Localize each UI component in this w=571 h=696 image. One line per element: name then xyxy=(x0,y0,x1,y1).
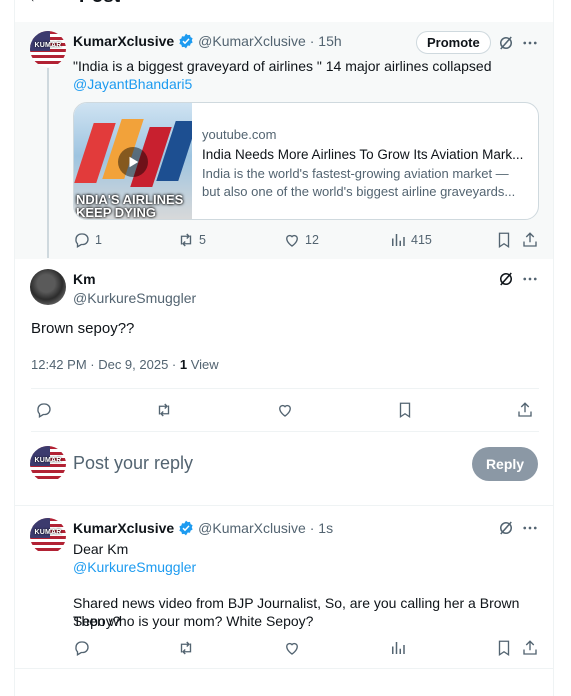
bookmark-icon[interactable] xyxy=(495,639,513,657)
link-card[interactable]: NDIA'S AIRLINES KEEP DYING youtube.com I… xyxy=(73,102,539,220)
repost-icon xyxy=(180,233,192,247)
mention-link[interactable]: @KurkureSmuggler xyxy=(73,558,196,576)
more-options-icon[interactable] xyxy=(521,270,539,288)
repost-icon[interactable] xyxy=(177,639,195,657)
avatar[interactable]: KUMAR xyxy=(30,518,66,554)
post-timestamp: 12:42 PM · Dec 9, 2025 · 1 View xyxy=(31,357,219,372)
card-title: India Needs More Airlines To Grow Its Av… xyxy=(202,147,524,162)
reply-action[interactable]: 1 xyxy=(73,231,102,249)
card-description: India is the world's fastest-growing avi… xyxy=(202,166,516,199)
promote-button[interactable]: Promote xyxy=(416,31,491,54)
author-name[interactable]: Km xyxy=(73,271,96,287)
grok-icon[interactable] xyxy=(497,270,515,288)
more-options-icon[interactable] xyxy=(521,519,539,537)
heart-icon[interactable] xyxy=(276,401,294,419)
reply-button[interactable]: Reply xyxy=(472,447,538,481)
views-action[interactable]: 415 xyxy=(389,231,432,249)
heart-icon xyxy=(286,234,298,247)
author-handle[interactable]: @KumarXclusive xyxy=(198,520,306,536)
like-action[interactable]: 12 xyxy=(283,231,319,249)
reply-icon[interactable] xyxy=(35,401,53,419)
views-icon[interactable] xyxy=(389,639,407,657)
grok-icon[interactable] xyxy=(497,34,515,52)
post-text: Brown sepoy?? xyxy=(31,320,135,337)
avatar[interactable]: KUMAR xyxy=(30,446,66,482)
reply-icon xyxy=(75,233,89,248)
bookmark-icon[interactable] xyxy=(396,401,414,419)
divider xyxy=(15,668,553,669)
verified-badge-icon xyxy=(179,520,193,536)
back-arrow-icon[interactable]: ← xyxy=(27,0,45,7)
divider xyxy=(15,505,553,506)
author-name[interactable]: KumarXclusive xyxy=(73,33,174,49)
share-icon[interactable] xyxy=(521,231,539,249)
repost-icon[interactable] xyxy=(155,401,173,419)
author-handle[interactable]: @KurkureSmuggler xyxy=(73,290,196,306)
post-text: Then who is your mom? White Sepoy? xyxy=(73,613,314,629)
page-title: Post xyxy=(79,0,120,8)
repost-action[interactable]: 5 xyxy=(177,231,206,249)
avatar[interactable] xyxy=(30,269,66,305)
views-icon xyxy=(392,234,405,246)
verified-badge-icon xyxy=(179,33,193,49)
share-icon[interactable] xyxy=(521,639,539,657)
avatar[interactable]: KUMAR xyxy=(30,31,66,67)
view-count: 1 xyxy=(179,357,188,372)
reply-icon[interactable] xyxy=(73,639,91,657)
post-thread: ← Post KUMAR KumarXclusive @KumarXclusiv… xyxy=(14,0,554,696)
post-text: Dear Km xyxy=(73,541,129,557)
thread-connector xyxy=(47,68,49,258)
bookmark-icon[interactable] xyxy=(495,231,513,249)
divider xyxy=(31,431,539,432)
author-name[interactable]: KumarXclusive xyxy=(73,520,174,536)
author-handle[interactable]: @KumarXclusive xyxy=(198,33,306,49)
heart-icon[interactable] xyxy=(283,639,301,657)
more-options-icon[interactable] xyxy=(521,34,539,52)
post-time[interactable]: · 1s xyxy=(310,520,333,536)
page-header: ← Post xyxy=(15,0,553,8)
divider xyxy=(31,388,539,389)
post-text: "India is a biggest graveyard of airline… xyxy=(73,58,492,74)
grok-icon[interactable] xyxy=(497,519,515,537)
card-thumbnail: NDIA'S AIRLINES KEEP DYING xyxy=(74,103,192,219)
play-icon xyxy=(118,147,148,177)
card-domain: youtube.com xyxy=(202,127,277,142)
parent-tweet[interactable]: KUMAR KumarXclusive @KumarXclusive · 15h… xyxy=(15,22,553,259)
mention-link[interactable]: @JayantBhandari5 xyxy=(73,75,192,93)
reply-input[interactable]: Post your reply xyxy=(73,453,193,474)
post-time[interactable]: · 15h xyxy=(310,33,342,49)
share-icon[interactable] xyxy=(516,401,534,419)
